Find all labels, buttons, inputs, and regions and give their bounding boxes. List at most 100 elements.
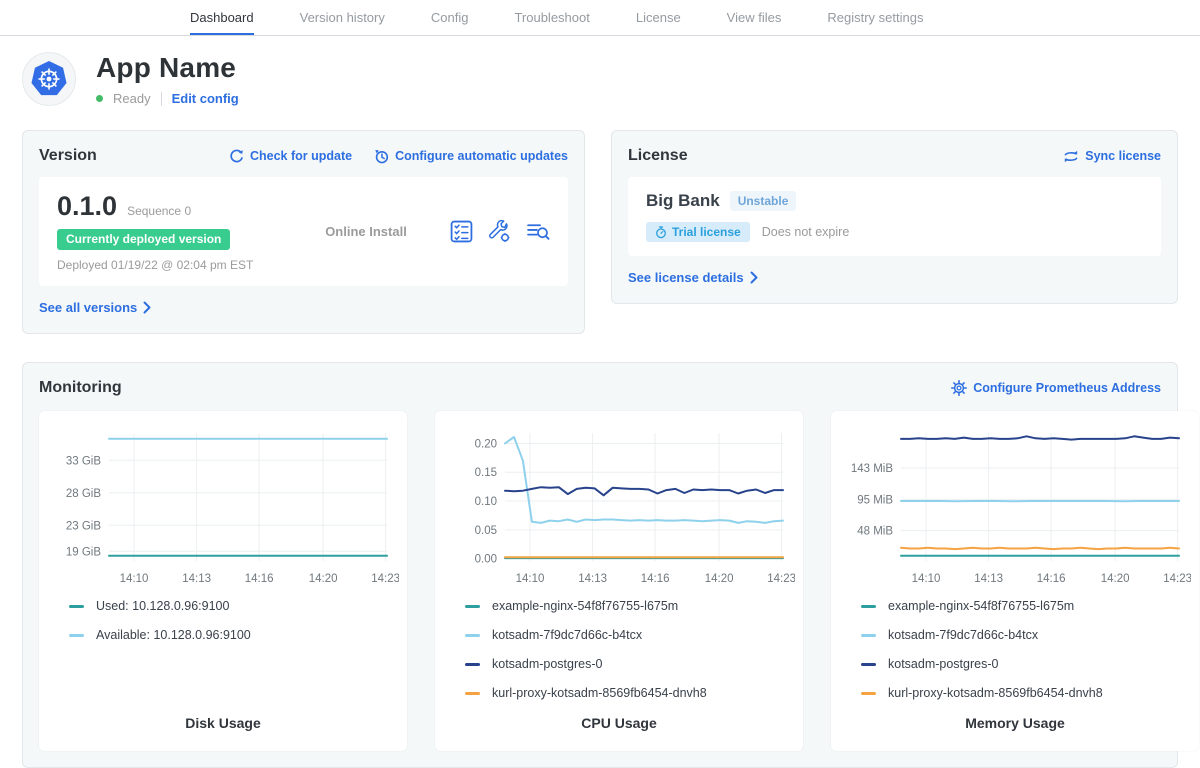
svg-text:14:16: 14:16 [245,573,274,585]
legend-item: kurl-proxy-kotsadm-8569fb6454-dnvh8 [861,686,1191,700]
nav-tab-view-files[interactable]: View files [727,0,782,35]
svg-text:14:10: 14:10 [516,573,545,585]
configure-prometheus-link[interactable]: Configure Prometheus Address [951,380,1161,396]
kubernetes-icon [30,60,68,98]
nav-tab-config[interactable]: Config [431,0,469,35]
nav-tab-label: View files [727,10,782,25]
legend-color-dash [861,663,876,666]
legend-item: kurl-proxy-kotsadm-8569fb6454-dnvh8 [465,686,795,700]
top-nav: Dashboard Version history Config Trouble… [0,0,1200,36]
legend-item: Available: 10.128.0.96:9100 [69,628,399,642]
sync-license-link[interactable]: Sync license [1063,149,1161,164]
app-header: App Name Ready Edit config [0,36,1200,130]
chevron-right-icon [750,271,758,284]
logs-search-icon[interactable] [526,220,550,243]
svg-text:23 GiB: 23 GiB [66,520,101,532]
legend-label: Used: 10.128.0.96:9100 [96,599,229,613]
legend-label: example-nginx-54f8f76755-l675m [888,599,1074,613]
chart-legend: example-nginx-54f8f76755-l675mkotsadm-7f… [465,599,795,715]
nav-tab-troubleshoot[interactable]: Troubleshoot [514,0,589,35]
legend-item: kotsadm-postgres-0 [465,657,795,671]
chart-legend: Used: 10.128.0.96:9100 Available: 10.128.… [69,599,399,657]
memory-usage-chart: 14:1014:1314:1614:2014:2348 MiB95 MiB143… [839,423,1191,591]
version-sequence: Sequence 0 [127,204,191,218]
deployed-timestamp: Deployed 01/19/22 @ 02:04 pm EST [57,258,282,272]
cpu-usage-chart: 14:1014:1314:1614:2014:230.000.050.100.1… [443,423,795,591]
license-panel: License Sync license Big Bank Unstable T… [611,130,1178,304]
monitoring-title: Monitoring [39,379,122,397]
svg-text:14:20: 14:20 [705,573,734,585]
legend-item: kotsadm-7f9dc7d66c-b4tcx [465,628,795,642]
svg-text:14:13: 14:13 [578,573,607,585]
nav-tab-dashboard[interactable]: Dashboard [190,0,254,35]
chart-title: Disk Usage [47,715,399,735]
edit-config-link[interactable]: Edit config [172,91,239,106]
nav-tab-registry-settings[interactable]: Registry settings [827,0,923,35]
svg-text:14:16: 14:16 [1037,573,1066,585]
sync-icon [1063,149,1079,164]
svg-text:0.20: 0.20 [475,438,497,450]
svg-text:0.00: 0.00 [475,554,497,566]
svg-text:28 GiB: 28 GiB [66,488,101,500]
license-card: Big Bank Unstable Trial license Does not… [628,177,1161,256]
nav-tab-label: Dashboard [190,10,254,25]
cards-row: Version Check for update Configure autom… [0,130,1200,334]
legend-color-dash [69,605,84,608]
version-panel-title: Version [39,147,97,165]
svg-text:0.05: 0.05 [475,525,497,537]
app-logo [22,52,76,106]
config-wrench-gear-icon[interactable] [488,220,511,243]
currently-deployed-badge: Currently deployed version [57,229,230,250]
refresh-icon [229,149,244,164]
nav-tab-label: License [636,10,681,25]
svg-text:19 GiB: 19 GiB [66,546,101,558]
svg-text:95 MiB: 95 MiB [857,495,893,507]
svg-text:14:13: 14:13 [182,573,211,585]
charts-row: 14:10 14:13 14:16 14:20 14:23 19 GiB 23 GiB 28 … [39,411,1161,751]
svg-text:14:23: 14:23 [767,573,795,585]
legend-label: kotsadm-postgres-0 [492,657,602,671]
version-number: 0.1.0 [57,191,117,222]
legend-color-dash [465,634,480,637]
legend-item: example-nginx-54f8f76755-l675m [861,599,1191,613]
legend-item: kotsadm-7f9dc7d66c-b4tcx [861,628,1191,642]
svg-text:14:20: 14:20 [309,573,338,585]
preflight-checklist-icon[interactable] [450,220,473,243]
memory-usage-chart-card: 14:1014:1314:1614:2014:2348 MiB95 MiB143… [831,411,1199,751]
legend-color-dash [861,634,876,637]
nav-tab-version-history[interactable]: Version history [300,0,385,35]
legend-item: kotsadm-postgres-0 [861,657,1191,671]
check-for-update-link[interactable]: Check for update [229,149,352,164]
nav-tab-label: Version history [300,10,385,25]
see-all-versions-link[interactable]: See all versions [39,300,151,315]
install-type-label: Online Install [282,224,450,239]
legend-label: kurl-proxy-kotsadm-8569fb6454-dnvh8 [888,686,1103,700]
nav-tab-license[interactable]: License [636,0,681,35]
legend-color-dash [465,692,480,695]
gear-icon [951,380,967,396]
legend-label: kotsadm-7f9dc7d66c-b4tcx [492,628,642,642]
svg-text:33 GiB: 33 GiB [66,455,101,467]
legend-color-dash [861,692,876,695]
disk-usage-chart-card: 14:10 14:13 14:16 14:20 14:23 19 GiB 23 GiB 28 … [39,411,407,751]
disk-usage-chart: 14:10 14:13 14:16 14:20 14:23 19 GiB 23 GiB 28 … [47,423,399,591]
license-expiry-text: Does not expire [762,225,850,239]
configure-automatic-updates-link[interactable]: Configure automatic updates [374,149,568,164]
svg-text:14:10: 14:10 [120,573,149,585]
app-status-text: Ready [113,91,151,106]
chevron-right-icon [143,301,151,314]
divider [161,92,162,106]
trial-license-badge: Trial license [646,222,750,242]
nav-tab-label: Registry settings [827,10,923,25]
license-name: Big Bank [646,191,720,211]
see-license-details-link[interactable]: See license details [628,270,758,285]
current-version-card: 0.1.0 Sequence 0 Currently deployed vers… [39,177,568,286]
svg-text:0.15: 0.15 [475,467,497,479]
legend-label: Available: 10.128.0.96:9100 [96,628,251,642]
license-panel-title: License [628,147,688,165]
cpu-usage-chart-card: 14:1014:1314:1614:2014:230.000.050.100.1… [435,411,803,751]
legend-label: kurl-proxy-kotsadm-8569fb6454-dnvh8 [492,686,707,700]
version-panel: Version Check for update Configure autom… [22,130,585,334]
svg-text:14:23: 14:23 [371,573,399,585]
nav-tab-label: Config [431,10,469,25]
